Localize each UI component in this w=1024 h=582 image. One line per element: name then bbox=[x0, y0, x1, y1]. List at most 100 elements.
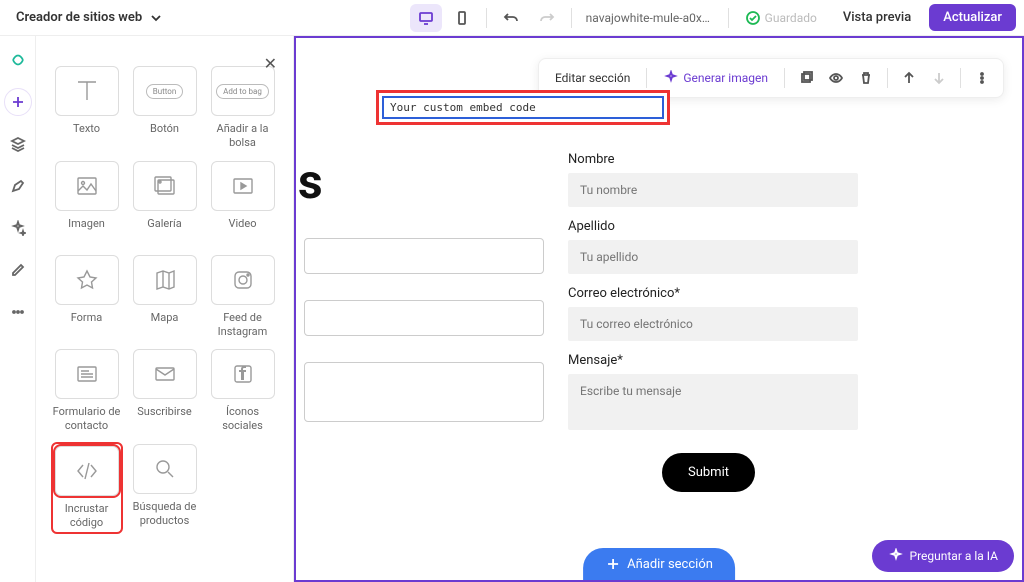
tile-text[interactable]: Texto bbox=[53, 66, 121, 151]
tile-button[interactable]: ButtonBotón bbox=[131, 66, 199, 151]
message-input[interactable] bbox=[568, 374, 858, 430]
brand-label: Creador de sitios web bbox=[16, 10, 142, 25]
ask-ai-button[interactable]: Preguntar a la IA bbox=[872, 540, 1015, 572]
divider bbox=[646, 68, 647, 88]
arrow-up-icon bbox=[901, 70, 917, 86]
update-button[interactable]: Actualizar bbox=[929, 4, 1016, 31]
left-input-1[interactable] bbox=[304, 238, 544, 274]
left-input-2[interactable] bbox=[304, 300, 544, 336]
layers-icon bbox=[10, 136, 26, 152]
copy-icon bbox=[798, 70, 814, 86]
plus-icon bbox=[10, 94, 26, 110]
mobile-view-button[interactable] bbox=[446, 4, 478, 32]
section-more-button[interactable] bbox=[969, 65, 995, 91]
form-left-column bbox=[304, 238, 544, 422]
divider bbox=[571, 8, 572, 28]
divider bbox=[486, 8, 487, 28]
tile-label: Forma bbox=[71, 311, 103, 339]
tile-label: Botón bbox=[150, 122, 179, 150]
tile-label: Galería bbox=[147, 217, 181, 245]
delete-button[interactable] bbox=[853, 65, 879, 91]
tile-label: Texto bbox=[73, 122, 100, 150]
submit-button[interactable]: Submit bbox=[662, 453, 755, 492]
tile-video[interactable]: Video bbox=[209, 161, 277, 245]
eye-icon bbox=[828, 70, 844, 86]
dots-icon bbox=[10, 304, 26, 320]
site-url[interactable]: navajowhite-mule-a0xrbjxe2... bbox=[580, 11, 720, 25]
tile-label: Incrustar código bbox=[55, 502, 119, 531]
add-element-button[interactable] bbox=[4, 88, 32, 116]
tile-search[interactable]: Búsqueda de productos bbox=[131, 444, 199, 533]
edit-button[interactable] bbox=[4, 256, 32, 284]
visibility-button[interactable] bbox=[823, 65, 849, 91]
email-label: Correo electrónico* bbox=[568, 286, 858, 301]
edit-section-button[interactable]: Editar sección bbox=[547, 67, 638, 89]
tile-label: Suscribirse bbox=[137, 405, 192, 433]
arrow-down-icon bbox=[931, 70, 947, 86]
tile-contact[interactable]: Formulario de contacto bbox=[53, 349, 121, 434]
add-section-label: Añadir sección bbox=[627, 557, 713, 572]
name-label: Nombre bbox=[568, 152, 858, 167]
check-circle-icon bbox=[745, 10, 761, 26]
close-panel-button[interactable]: ✕ bbox=[264, 54, 277, 73]
left-rail bbox=[0, 36, 36, 582]
canvas[interactable]: Editar sección Generar imagen Your custo… bbox=[294, 36, 1024, 582]
tile-shape[interactable]: Forma bbox=[53, 255, 121, 340]
divider bbox=[960, 68, 961, 88]
left-textarea[interactable] bbox=[304, 362, 544, 422]
sparkle-icon bbox=[10, 220, 26, 236]
desktop-view-button[interactable] bbox=[410, 4, 442, 32]
undo-button[interactable] bbox=[495, 4, 527, 32]
brand-dropdown[interactable]: Creador de sitios web bbox=[8, 6, 172, 30]
message-label: Mensaje* bbox=[568, 353, 858, 368]
tile-addbag[interactable]: Add to bagAñadir a la bolsa bbox=[209, 66, 277, 151]
chevron-down-icon bbox=[148, 10, 164, 26]
embed-code-block[interactable]: Your custom embed code bbox=[376, 90, 670, 125]
mobile-icon bbox=[454, 10, 470, 26]
form-right-column: Nombre Apellido Correo electrónico* Mens… bbox=[568, 146, 858, 430]
tile-label: Formulario de contacto bbox=[53, 405, 121, 434]
ai-button[interactable] bbox=[4, 214, 32, 242]
lastname-input[interactable] bbox=[568, 240, 858, 274]
brand-logo-icon bbox=[10, 52, 26, 68]
saved-indicator: Guardado bbox=[737, 10, 825, 26]
tile-label: Mapa bbox=[151, 311, 179, 339]
pen-icon bbox=[10, 178, 26, 194]
sparkle-icon bbox=[888, 548, 904, 564]
duplicate-button[interactable] bbox=[793, 65, 819, 91]
divider bbox=[887, 68, 888, 88]
tile-subscribe[interactable]: Suscribirse bbox=[131, 349, 199, 434]
top-bar: Creador de sitios web navajowhite-mule-a… bbox=[0, 0, 1024, 36]
tile-label: Íconos sociales bbox=[209, 405, 277, 434]
ask-ai-label: Preguntar a la IA bbox=[910, 549, 999, 563]
tile-gallery[interactable]: Galería bbox=[131, 161, 199, 245]
divider bbox=[728, 8, 729, 28]
generate-image-button[interactable]: Generar imagen bbox=[655, 66, 776, 90]
tile-embed[interactable]: Incrustar código bbox=[53, 444, 121, 533]
tile-label: Video bbox=[229, 217, 257, 245]
tile-label: Búsqueda de productos bbox=[131, 500, 199, 529]
more-button[interactable] bbox=[4, 298, 32, 326]
dots-vertical-icon bbox=[974, 70, 990, 86]
add-section-button[interactable]: Añadir sección bbox=[583, 548, 735, 580]
tile-image[interactable]: Imagen bbox=[53, 161, 121, 245]
styles-button[interactable] bbox=[4, 172, 32, 200]
redo-icon bbox=[539, 10, 555, 26]
redo-button bbox=[531, 4, 563, 32]
tile-social[interactable]: Íconos sociales bbox=[209, 349, 277, 434]
preview-button[interactable]: Vista previa bbox=[829, 4, 925, 31]
embed-code-text[interactable]: Your custom embed code bbox=[382, 96, 664, 119]
tile-map[interactable]: Mapa bbox=[131, 255, 199, 340]
plus-icon bbox=[605, 556, 621, 572]
email-input[interactable] bbox=[568, 307, 858, 341]
desktop-icon bbox=[418, 10, 434, 26]
tile-instagram[interactable]: Feed de Instagram bbox=[209, 255, 277, 340]
tile-label: Feed de Instagram bbox=[209, 311, 277, 340]
tile-label: Imagen bbox=[68, 217, 105, 245]
divider bbox=[784, 68, 785, 88]
lastname-label: Apellido bbox=[568, 219, 858, 234]
name-input[interactable] bbox=[568, 173, 858, 207]
move-up-button[interactable] bbox=[896, 65, 922, 91]
logo-icon[interactable] bbox=[4, 46, 32, 74]
layers-button[interactable] bbox=[4, 130, 32, 158]
